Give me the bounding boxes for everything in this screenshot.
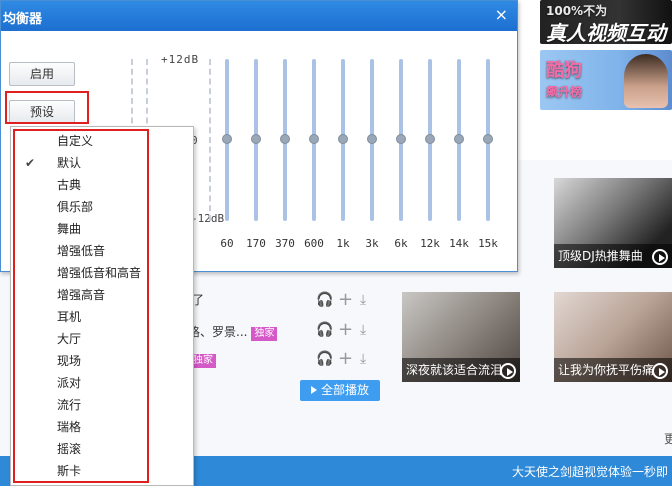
enable-button[interactable]: 启用 <box>9 62 75 86</box>
db-min-label: -12dB <box>191 212 225 225</box>
headphones-icon[interactable]: 🎧 <box>316 292 333 308</box>
song-actions: 🎧 + ⤓ <box>316 319 376 340</box>
play-icon[interactable] <box>652 249 668 265</box>
close-icon[interactable]: × <box>495 7 508 23</box>
play-icon[interactable] <box>500 363 516 379</box>
playlist-tile[interactable]: 深夜就该适合流泪 <box>402 292 520 382</box>
menu-highlight-box <box>13 129 149 483</box>
add-icon[interactable]: + <box>338 319 353 340</box>
dialog-title: 均衡器 <box>3 12 43 27</box>
playlist-tile[interactable]: 顶级DJ热推舞曲 <box>554 178 672 268</box>
eq-slider-knob[interactable] <box>222 134 232 144</box>
download-icon[interactable]: ⤓ <box>360 351 366 367</box>
footer-ad-text: 大天使之剑超视觉体验一秒即 <box>511 465 668 479</box>
eq-slider-knob[interactable] <box>367 134 377 144</box>
headphones-icon[interactable]: 🎧 <box>316 351 333 367</box>
eq-slider-knob[interactable] <box>251 134 261 144</box>
song-actions: 🎧 + ⤓ <box>316 289 376 310</box>
db-max-label: +12dB <box>161 53 200 66</box>
eq-slider-knob[interactable] <box>425 134 435 144</box>
preset-highlight-box <box>5 91 89 124</box>
ad-line: 真人视频互动 <box>546 21 666 44</box>
eq-grid-line <box>209 59 211 221</box>
play-all-label: 全部播放 <box>320 383 369 397</box>
headphones-icon[interactable]: 🎧 <box>316 322 333 338</box>
banner-portrait <box>624 54 668 108</box>
add-icon[interactable]: + <box>338 348 353 369</box>
download-icon[interactable]: ⤓ <box>360 292 366 308</box>
exclusive-badge: 独家 <box>251 327 278 341</box>
dialog-titlebar[interactable]: 均衡器 × <box>1 1 517 31</box>
eq-slider-knob[interactable] <box>338 134 348 144</box>
add-icon[interactable]: + <box>338 289 353 310</box>
live-video-ad-banner[interactable]: 100%不为 真人视频互动 <box>540 0 672 44</box>
kugou-chart-banner[interactable]: 酷狗 飙升榜 <box>540 50 672 110</box>
band-frequency-label: 15k <box>478 237 498 250</box>
more-link[interactable]: 更 <box>664 430 672 447</box>
ad-line: 飙升榜 <box>546 85 583 99</box>
play-icon[interactable] <box>652 363 668 379</box>
eq-slider-knob[interactable] <box>483 134 493 144</box>
download-icon[interactable]: ⤓ <box>360 322 366 338</box>
song-actions: 🎧 + ⤓ <box>316 348 376 369</box>
playlist-tile[interactable]: 让我为你抚平伤痛 <box>554 292 672 382</box>
ad-line: 酷狗 <box>546 60 582 81</box>
eq-slider-knob[interactable] <box>454 134 464 144</box>
eq-slider-knob[interactable] <box>396 134 406 144</box>
eq-slider-knob[interactable] <box>280 134 290 144</box>
play-all-button[interactable]: 全部播放 <box>300 380 380 401</box>
eq-slider-knob[interactable] <box>309 134 319 144</box>
play-icon <box>310 386 317 394</box>
